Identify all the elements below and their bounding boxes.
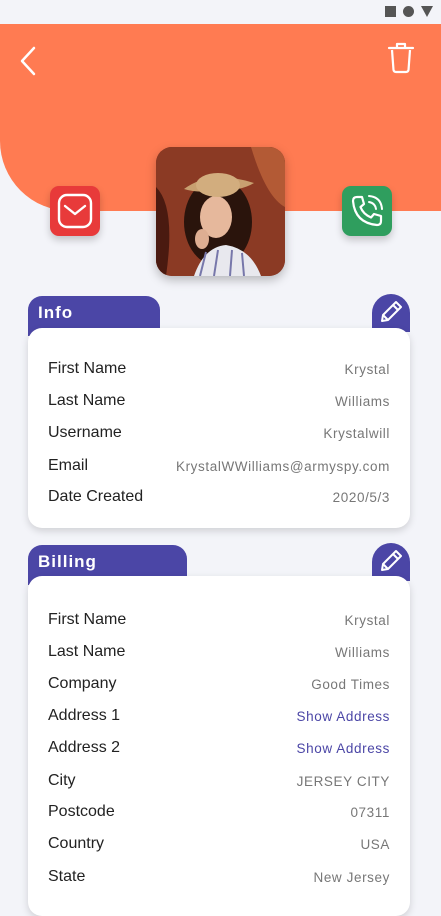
pencil-icon [381, 301, 402, 322]
info-row: Date Created 2020/5/3 [48, 486, 390, 508]
phone-icon [351, 195, 383, 227]
avatar [156, 147, 285, 276]
billing-label: City [48, 772, 76, 789]
billing-label: State [48, 868, 86, 885]
status-bar [0, 0, 441, 24]
billing-row: Address 1 Show Address [48, 705, 390, 727]
billing-label: First Name [48, 611, 127, 628]
billing-row: Last Name Williams [48, 641, 390, 663]
show-address-link[interactable]: Show Address [297, 741, 391, 756]
billing-row: City JERSEY CITY [48, 770, 390, 792]
billing-row: First Name Krystal [48, 609, 390, 631]
billing-label: Company [48, 675, 117, 692]
billing-value: Good Times [311, 676, 390, 692]
mail-button[interactable] [50, 186, 100, 236]
billing-value: USA [360, 836, 390, 852]
billing-card: First Name Krystal Last Name Williams Co… [28, 576, 410, 916]
info-value: 2020/5/3 [332, 489, 390, 505]
billing-label: Address 2 [48, 739, 121, 756]
info-value: Krystal [344, 361, 390, 377]
phone-button[interactable] [342, 186, 392, 236]
triangle-icon [421, 6, 433, 17]
info-label: First Name [48, 360, 127, 377]
billing-value: Williams [334, 644, 390, 660]
info-value: KrystalWWilliams@armyspy.com [175, 458, 390, 474]
billing-value: Krystal [344, 612, 390, 628]
chevron-left-icon [20, 46, 36, 76]
info-label: Date Created [48, 488, 144, 505]
info-label: Username [48, 424, 122, 441]
info-row: First Name Krystal [48, 358, 390, 380]
billing-value: 07311 [350, 804, 390, 820]
info-row: Last Name Williams [48, 390, 390, 412]
billing-label: Address 1 [48, 707, 121, 724]
billing-label: Postcode [48, 803, 115, 820]
pencil-icon [381, 550, 402, 571]
circle-icon [403, 6, 414, 17]
billing-row: Company Good Times [48, 673, 390, 695]
billing-label: Country [48, 835, 105, 852]
billing-row: Address 2 Show Address [48, 737, 390, 759]
info-row: Email KrystalWWilliams@armyspy.com [48, 455, 390, 477]
delete-button[interactable] [386, 40, 416, 74]
back-button[interactable] [16, 44, 44, 78]
square-icon [385, 6, 396, 17]
info-value: Krystalwill [323, 425, 390, 441]
trash-icon [387, 42, 415, 74]
billing-value: JERSEY CITY [296, 773, 390, 789]
show-address-link[interactable]: Show Address [297, 709, 391, 724]
info-value: Williams [334, 393, 390, 409]
info-label: Email [48, 457, 89, 474]
info-label: Last Name [48, 392, 126, 409]
billing-value: New Jersey [313, 869, 390, 885]
billing-row: Country USA [48, 833, 390, 855]
billing-row: Postcode 07311 [48, 801, 390, 823]
mail-icon [57, 193, 93, 229]
info-row: Username Krystalwill [48, 422, 390, 444]
billing-label: Last Name [48, 643, 126, 660]
info-card: First Name Krystal Last Name Williams Us… [28, 328, 410, 528]
edit-info-button[interactable] [372, 294, 410, 332]
billing-row: State New Jersey [48, 866, 390, 888]
